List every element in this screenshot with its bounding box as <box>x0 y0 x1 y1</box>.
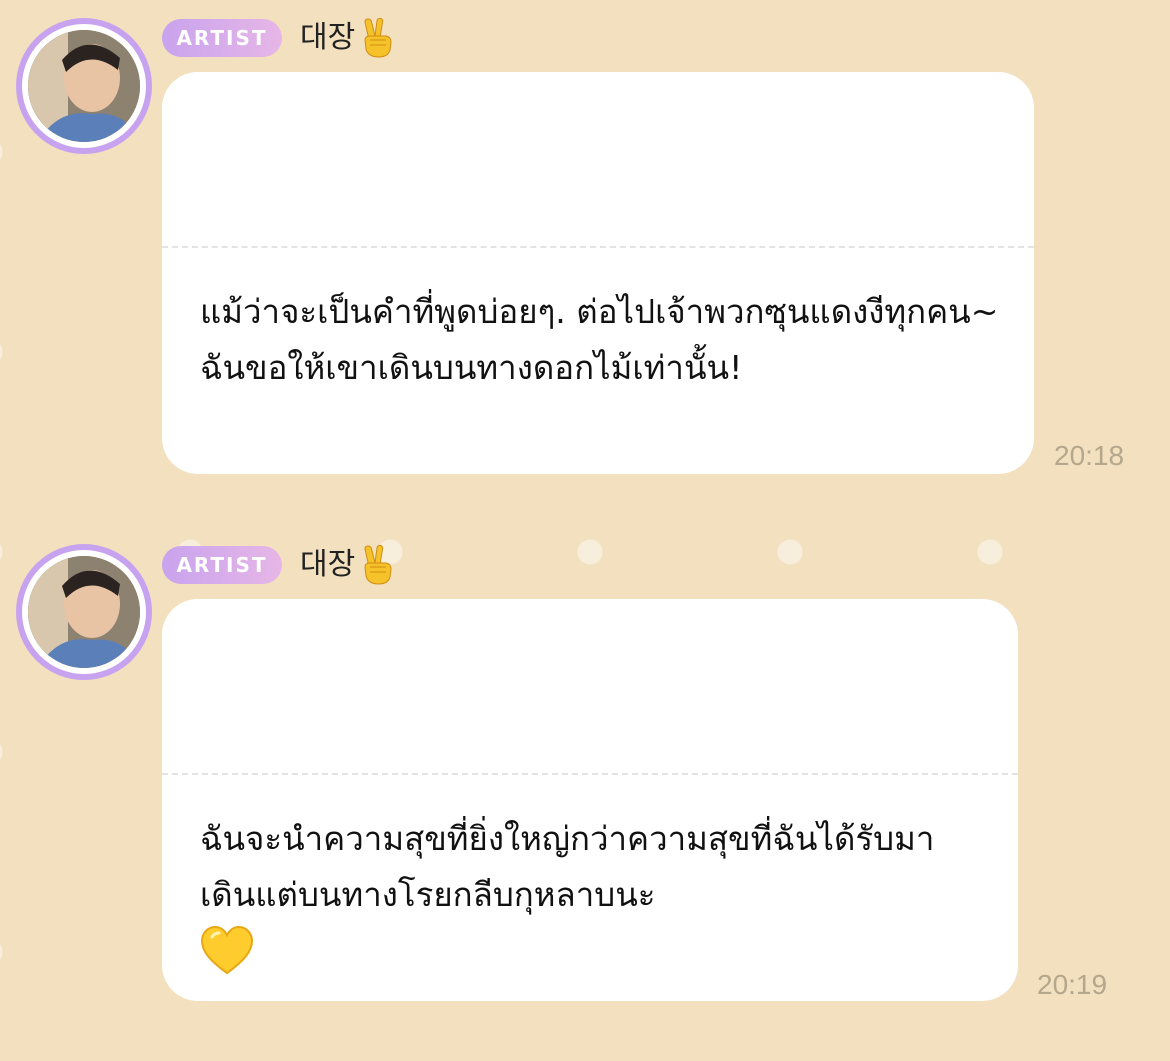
victory-hand-icon <box>364 545 392 585</box>
victory-hand-icon <box>364 18 392 58</box>
artist-avatar[interactable] <box>16 544 152 680</box>
artist-avatar[interactable] <box>16 18 152 154</box>
bubble-divider <box>162 246 1034 248</box>
message-text: แม้ว่าจะเป็นคำที่พูดบ่อยๆ. ต่อไปเจ้าพวกซ… <box>200 292 999 387</box>
chat-message: ARTIST 대장 ฉันจะนำความสุขที่ยิ่งใหญ่กว่าค… <box>0 526 1170 1026</box>
sender-name[interactable]: 대장 <box>300 545 397 585</box>
avatar-photo <box>28 556 140 668</box>
sender-name-text: 대장 <box>300 20 356 55</box>
chat-message: ARTIST 대장 แม้ว่าจะเป็นคำที่พูดบ่อยๆ. ต่อ… <box>0 0 1170 490</box>
message-bubble[interactable]: แม้ว่าจะเป็นคำที่พูดบ่อยๆ. ต่อไปเจ้าพวกซ… <box>162 72 1034 474</box>
message-time: 20:19 <box>1037 969 1108 1000</box>
message-bubble[interactable]: ฉันจะนำความสุขที่ยิ่งใหญ่กว่าความสุขที่ฉ… <box>162 599 1018 1001</box>
artist-badge: ARTIST <box>162 19 282 57</box>
artist-badge: ARTIST <box>162 546 282 584</box>
avatar-photo <box>28 30 140 142</box>
sender-name[interactable]: 대장 <box>300 18 397 58</box>
message-time: 20:18 <box>1054 440 1125 471</box>
yellow-heart-icon <box>200 925 254 975</box>
sender-name-text: 대장 <box>300 547 356 582</box>
message-text: ฉันจะนำความสุขที่ยิ่งใหญ่กว่าความสุขที่ฉ… <box>200 811 988 977</box>
message-media-area[interactable] <box>162 72 1034 246</box>
bubble-divider <box>162 773 1018 775</box>
message-text-body: ฉันจะนำความสุขที่ยิ่งใหญ่กว่าความสุขที่ฉ… <box>200 819 935 914</box>
message-media-area[interactable] <box>162 599 1018 773</box>
